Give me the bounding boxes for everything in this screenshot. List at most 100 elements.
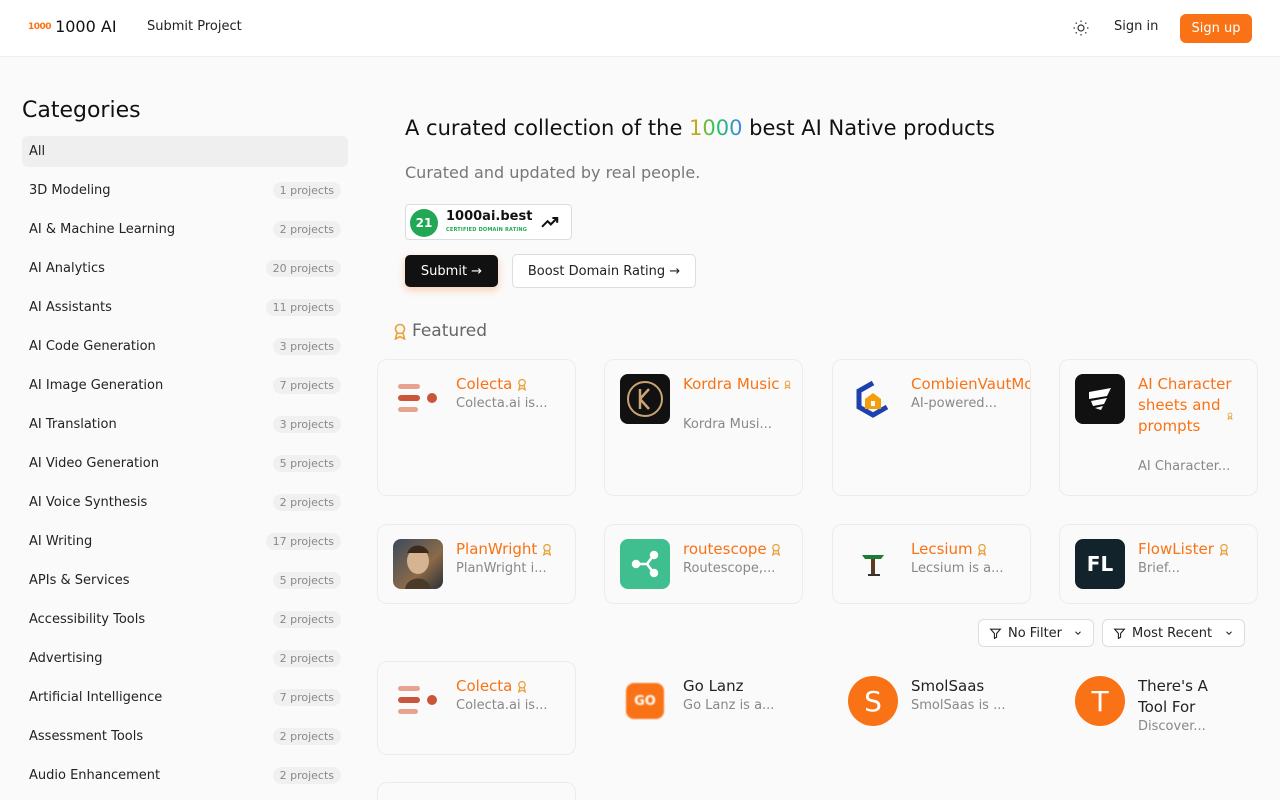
go-lanz-logo-text: GO — [626, 683, 664, 719]
award-icon — [772, 543, 781, 556]
category-item[interactable]: Advertising 2 projects — [22, 639, 348, 678]
category-count-badge: 3 projects — [272, 416, 341, 433]
project-card-theres-a-tool-for[interactable]: T There's A Tool For Discover... — [1059, 661, 1258, 755]
category-item[interactable]: APIs & Services 5 projects — [22, 561, 348, 600]
card-description: Colecta.ai is... — [456, 396, 548, 411]
filter-icon — [1113, 628, 1126, 639]
domain-rating-badge[interactable]: 21 1000ai.best CERTIFIED DOMAIN RATING — [405, 204, 572, 240]
category-item[interactable]: Audio Enhancement 2 projects — [22, 756, 348, 795]
filter-label: No Filter — [1008, 625, 1063, 641]
category-item[interactable]: All — [22, 136, 348, 167]
trending-up-icon — [541, 216, 559, 228]
category-item[interactable]: Assessment Tools 2 projects — [22, 717, 348, 756]
theres-a-tool-logo: T — [1075, 676, 1125, 726]
project-card-partial[interactable] — [604, 782, 803, 800]
featured-label: Featured — [412, 321, 488, 341]
card-description: Brief... — [1138, 561, 1180, 576]
category-item[interactable]: AI Image Generation 7 projects — [22, 366, 348, 405]
theres-a-tool-logo-text: T — [1091, 684, 1109, 718]
featured-card-routescope[interactable]: routescope Routescope,... — [604, 524, 803, 604]
top-header: 1000 1000 AI Submit Project Sign in Sign… — [0, 0, 1280, 57]
card-title: routescope — [683, 539, 801, 560]
category-item[interactable]: Accessibility Tools 2 projects — [22, 600, 348, 639]
card-title: Lecsium — [911, 539, 1029, 560]
award-icon — [517, 680, 527, 693]
category-item[interactable]: AI Translation 3 projects — [22, 405, 348, 444]
project-card-partial[interactable] — [832, 782, 1031, 800]
category-item[interactable]: AI Writing 17 projects — [22, 522, 348, 561]
featured-card-colecta[interactable]: Colecta Colecta.ai is... — [377, 359, 576, 496]
nav-submit-project-link[interactable]: Submit Project — [147, 19, 242, 34]
sort-label: Most Recent — [1132, 625, 1213, 641]
category-label: AI & Machine Learning — [29, 222, 176, 237]
category-label: 3D Modeling — [29, 183, 111, 198]
category-item[interactable]: AI & Machine Learning 2 projects — [22, 210, 348, 249]
category-count-badge: 11 projects — [265, 299, 341, 316]
card-title: FlowLister — [1138, 539, 1256, 560]
sort-select[interactable]: Most Recent — [1102, 619, 1245, 647]
project-card-colecta[interactable]: Colecta Colecta.ai is... — [377, 661, 576, 755]
card-description: AI Character... — [1138, 459, 1231, 474]
card-title: SmolSaas — [911, 677, 985, 695]
category-item[interactable]: AI Analytics 20 projects — [22, 249, 348, 288]
category-item[interactable]: 3D Modeling 1 projects — [22, 171, 348, 210]
filter-icon — [989, 628, 1002, 639]
category-item[interactable]: AI Voice Synthesis 2 projects — [22, 483, 348, 522]
category-label: Assessment Tools — [29, 729, 144, 744]
project-card-partial[interactable] — [377, 782, 576, 800]
category-label: All — [29, 144, 46, 159]
category-count-badge: 2 projects — [272, 221, 341, 238]
category-item[interactable]: AI Code Generation 3 projects — [22, 327, 348, 366]
category-label: AI Voice Synthesis — [29, 495, 148, 510]
award-icon — [394, 323, 406, 340]
featured-card-planwright[interactable]: PlanWright PlanWright i... — [377, 524, 576, 604]
featured-card-kordra-music[interactable]: Kordra Music Kordra Musi... — [604, 359, 803, 496]
site-logo[interactable]: 1000 1000 AI — [28, 17, 117, 36]
category-count-badge: 2 projects — [272, 494, 341, 511]
card-title: Go Lanz — [683, 677, 744, 695]
ai-character-logo — [1075, 374, 1125, 424]
boost-domain-rating-button[interactable]: Boost Domain Rating → — [512, 254, 696, 288]
award-icon — [542, 543, 552, 556]
category-count-badge: 2 projects — [272, 650, 341, 667]
domain-rating-score: 21 — [410, 209, 438, 237]
category-filter-select[interactable]: No Filter — [978, 619, 1094, 647]
featured-card-combienvautmonlo[interactable]: CombienVautMonLo AI-powered... — [832, 359, 1031, 496]
sign-in-link[interactable]: Sign in — [1114, 19, 1158, 34]
category-label: APIs & Services — [29, 573, 130, 588]
category-count-badge: 5 projects — [272, 572, 341, 589]
submit-button[interactable]: Submit → — [405, 255, 498, 287]
flowlister-logo-text: FL — [1086, 552, 1114, 576]
category-count-badge: 7 projects — [272, 377, 341, 394]
project-card-go-lanz[interactable]: GO Go Lanz Go Lanz is a... — [604, 661, 803, 755]
project-card-partial[interactable] — [1059, 782, 1258, 800]
logo-text: 1000 AI — [55, 17, 117, 36]
kordra-logo — [620, 374, 670, 424]
card-title: There's A Tool For — [1138, 677, 1208, 716]
category-label: AI Analytics — [29, 261, 105, 276]
category-count-badge: 2 projects — [272, 767, 341, 784]
award-icon — [1219, 543, 1228, 556]
chevron-down-icon — [1075, 631, 1081, 635]
hero-title-post: best AI Native products — [742, 116, 995, 140]
hero-subtitle: Curated and updated by real people. — [405, 163, 701, 182]
featured-card-flowlister[interactable]: FL FlowLister Brief... — [1059, 524, 1258, 604]
category-item[interactable]: Artificial Intelligence 7 projects — [22, 678, 348, 717]
category-item[interactable]: AI Video Generation 5 projects — [22, 444, 348, 483]
card-title: CombienVautMonLo — [911, 375, 1030, 393]
featured-card-lecsium[interactable]: Lecsium Lecsium is a... — [832, 524, 1031, 604]
card-description: PlanWright i... — [456, 561, 547, 576]
card-title: Colecta — [456, 374, 574, 395]
category-item[interactable]: AI Assistants 11 projects — [22, 288, 348, 327]
categories-sidebar: Categories All 3D Modeling 1 projects AI & … — [22, 98, 348, 795]
category-count-badge: 2 projects — [272, 611, 341, 628]
smolsaas-logo-text: S — [864, 684, 882, 718]
colecta-logo — [393, 374, 443, 424]
project-card-smolsaas[interactable]: S SmolSaas SmolSaas is ... — [832, 661, 1031, 755]
card-title: Kordra Music — [683, 374, 801, 395]
featured-heading: Featured — [393, 321, 487, 341]
sign-up-button[interactable]: Sign up — [1180, 14, 1252, 43]
sun-icon[interactable] — [1072, 19, 1090, 37]
lecsium-logo — [848, 539, 898, 589]
featured-card-ai-character-sheets[interactable]: AI Character sheets and prompts AI Chara… — [1059, 359, 1258, 496]
